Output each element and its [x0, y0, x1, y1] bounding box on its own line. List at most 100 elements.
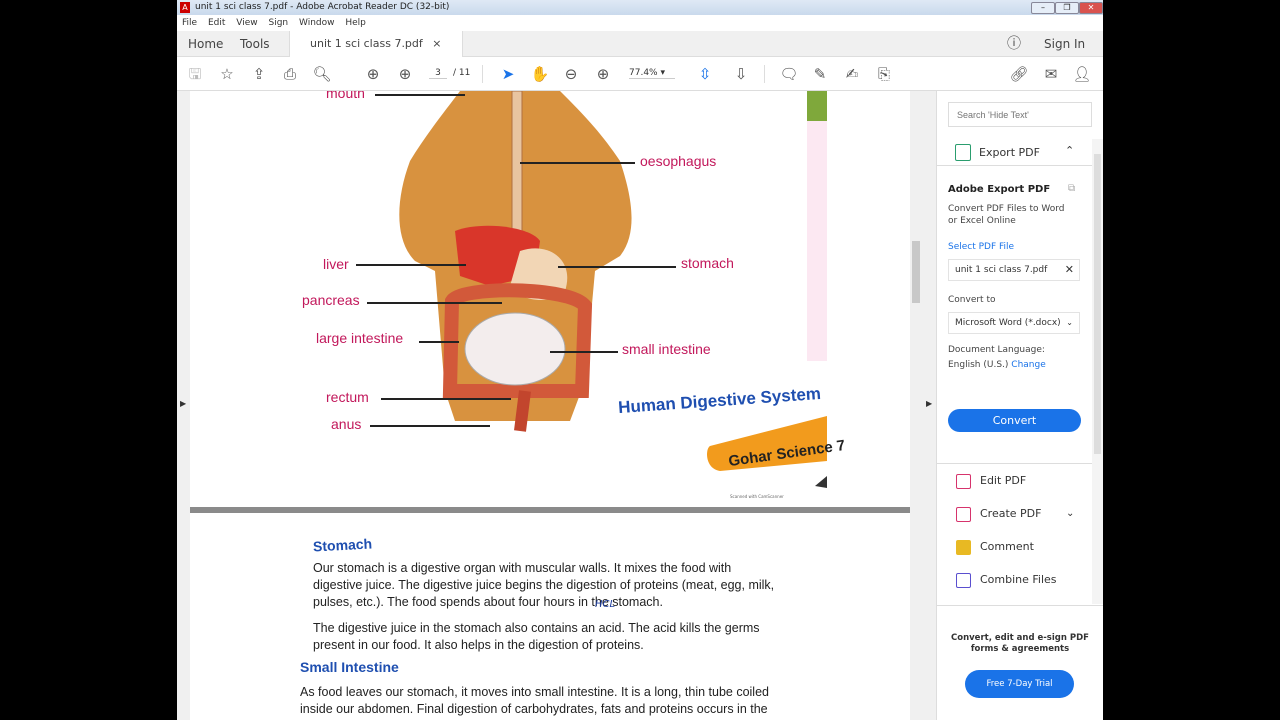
pane-toggle-strip: ▶: [922, 91, 937, 720]
menu-window[interactable]: Window: [299, 18, 335, 28]
select-cursor-icon[interactable]: ➤: [498, 64, 518, 84]
tool-label: Comment: [980, 540, 1034, 553]
leader-line: [375, 94, 465, 96]
copy-icon[interactable]: ⧉: [1068, 183, 1075, 194]
close-window-button[interactable]: ✕: [1079, 2, 1103, 14]
zoom-value: 77.4%: [629, 68, 658, 78]
create-pdf-icon: [956, 507, 971, 522]
label-stomach: stomach: [681, 255, 734, 271]
document-scrollbar[interactable]: [910, 91, 922, 720]
chevron-down-icon[interactable]: ⌄: [1066, 504, 1074, 524]
search-zoom-icon[interactable]: 🔍︎: [312, 64, 332, 84]
handwritten-annotation: HCL: [595, 599, 616, 610]
label-mouth: mouth: [326, 91, 365, 101]
email-icon[interactable]: ✉: [1041, 64, 1061, 84]
label-oesophagus: oesophagus: [640, 153, 717, 169]
comment-icon: [956, 540, 971, 555]
page-down-icon[interactable]: ⊕: [395, 64, 415, 84]
divider: [937, 463, 1092, 464]
tool-edit-pdf[interactable]: Edit PDF: [948, 471, 1098, 491]
export-pdf-header[interactable]: Export PDF ⌃: [937, 140, 1092, 166]
tab-tools[interactable]: Tools: [240, 31, 270, 57]
hand-tool-icon[interactable]: ✋: [530, 64, 550, 84]
zoom-in-icon[interactable]: ⊕: [593, 64, 613, 84]
chevron-up-icon[interactable]: ⌃: [1065, 144, 1074, 157]
divider: [482, 65, 483, 83]
page-up-icon[interactable]: ⊕: [363, 64, 383, 84]
promo-text: Convert, edit and e-sign PDF forms & agr…: [951, 633, 1089, 654]
acrobat-window: A unit 1 sci class 7.pdf - Adobe Acrobat…: [177, 0, 1103, 720]
highlight-pen-icon[interactable]: ✎: [810, 64, 830, 84]
help-icon[interactable]: ⓘ: [1007, 31, 1021, 57]
pane-scrollbar-thumb[interactable]: [1094, 154, 1101, 454]
label-anus: anus: [331, 416, 362, 432]
paragraph-stomach-1: Our stomach is a digestive organ with mu…: [313, 561, 775, 609]
select-pdf-file-link[interactable]: Select PDF File: [948, 242, 1014, 252]
clear-file-icon[interactable]: ✕: [1065, 260, 1074, 280]
menu-sign[interactable]: Sign: [268, 18, 288, 28]
collapse-right-pane-icon[interactable]: ▶: [926, 399, 932, 408]
convert-to-label: Convert to: [948, 295, 996, 305]
minimize-button[interactable]: –: [1031, 2, 1055, 14]
tool-label: Edit PDF: [980, 474, 1027, 487]
promo-section: Convert, edit and e-sign PDF forms & agr…: [937, 605, 1103, 720]
label-rectum: rectum: [326, 389, 369, 405]
zoom-level-select[interactable]: 77.4% ▾: [629, 68, 675, 79]
pane-scrollbar[interactable]: [1092, 139, 1103, 604]
page-total: / 11: [453, 68, 471, 78]
edit-pdf-icon: [956, 474, 971, 489]
tool-combine-files[interactable]: Combine Files: [948, 570, 1098, 590]
page-number-input[interactable]: 3: [429, 68, 447, 79]
fill-sign-icon[interactable]: ⎘: [874, 64, 894, 84]
format-select[interactable]: Microsoft Word (*.docx) ⌄: [948, 312, 1080, 334]
upload-cloud-icon[interactable]: ⇪: [249, 64, 269, 84]
leader-line: [370, 425, 490, 427]
leader-line: [550, 351, 618, 353]
tool-create-pdf[interactable]: Create PDF ⌄: [948, 504, 1098, 524]
chevron-down-icon: ⌄: [1066, 318, 1073, 327]
restore-button[interactable]: ❐: [1055, 2, 1079, 14]
scrollbar-thumb[interactable]: [912, 241, 920, 303]
expand-left-pane-icon[interactable]: ▶: [180, 399, 186, 408]
paragraph-stomach-2: The digestive juice in the stomach also …: [313, 621, 760, 652]
tool-label: Combine Files: [980, 573, 1057, 586]
fit-page-icon[interactable]: ⇳: [695, 64, 715, 84]
convert-button[interactable]: Convert: [948, 409, 1081, 432]
change-language-link[interactable]: Change: [1011, 360, 1045, 370]
comment-icon[interactable]: 🗨︎: [779, 64, 799, 84]
label-small-intestine: small intestine: [622, 341, 711, 357]
share-link-icon[interactable]: 🔗︎: [1009, 64, 1029, 84]
sign-icon[interactable]: ✍︎: [842, 64, 862, 84]
print-icon[interactable]: ⎙: [280, 64, 300, 84]
menu-bar: File Edit View Sign Window Help: [177, 15, 1103, 31]
bookmark-star-icon[interactable]: ☆: [217, 64, 237, 84]
toolbar: 🖫 ☆ ⇪ ⎙ 🔍︎ ⊕ ⊕ 3 / 11 ➤ ✋ ⊖ ⊕ 77.4% ▾ ⇳ …: [177, 57, 1103, 91]
pdf-app-icon: A: [180, 2, 190, 13]
menu-help[interactable]: Help: [345, 18, 366, 28]
heading-small-intestine: Small Intestine: [300, 659, 399, 675]
add-user-icon[interactable]: 👤︎: [1072, 64, 1092, 84]
zoom-out-icon[interactable]: ⊖: [561, 64, 581, 84]
language-value: English (U.S.): [948, 360, 1009, 370]
sign-in-link[interactable]: Sign In: [1044, 31, 1085, 57]
save-icon[interactable]: 🖫: [185, 64, 205, 84]
tab-home[interactable]: Home: [188, 31, 223, 57]
right-tools-pane: Export PDF ⌃ Adobe Export PDF ⧉ Convert …: [937, 91, 1103, 720]
document-language-label: Document Language:: [948, 345, 1045, 355]
document-view[interactable]: mouth oesophagus liver stomach pancreas …: [190, 91, 910, 720]
close-tab-icon[interactable]: ×: [432, 37, 441, 50]
search-tools-input[interactable]: [948, 102, 1092, 127]
leader-line: [381, 398, 511, 400]
menu-edit[interactable]: Edit: [208, 18, 225, 28]
selected-file-field[interactable]: unit 1 sci class 7.pdf ✕: [948, 259, 1080, 281]
menu-view[interactable]: View: [236, 18, 257, 28]
label-liver: liver: [323, 256, 349, 272]
language-row: English (U.S.) Change: [948, 360, 1046, 370]
tool-comment[interactable]: Comment: [948, 537, 1098, 557]
leader-line: [419, 341, 459, 343]
tab-document[interactable]: unit 1 sci class 7.pdf ×: [289, 31, 463, 58]
menu-file[interactable]: File: [182, 18, 197, 28]
scroll-mode-icon[interactable]: ⇩: [731, 64, 751, 84]
window-title: unit 1 sci class 7.pdf - Adobe Acrobat R…: [195, 2, 450, 12]
free-trial-button[interactable]: Free 7-Day Trial: [965, 670, 1074, 698]
